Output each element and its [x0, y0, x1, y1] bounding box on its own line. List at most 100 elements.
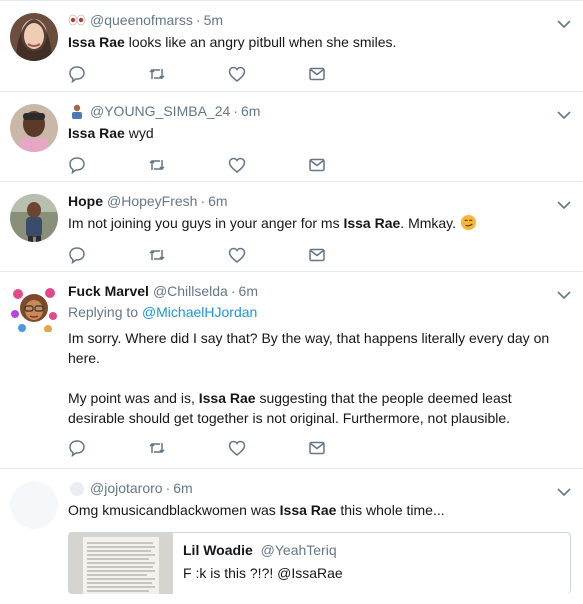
tweet-actions: [68, 147, 571, 183]
tweet[interactable]: @YOUNG_SIMBA_24 · 6m Issa Rae wyd: [0, 92, 583, 182]
message-button[interactable]: [308, 436, 388, 460]
avatar[interactable]: [10, 194, 58, 242]
tweet-feed: @queenofmarss · 5m Issa Rae looks like a…: [0, 0, 583, 604]
highlight-text: Issa Rae: [198, 390, 256, 406]
tweet-timestamp[interactable]: 6m: [208, 192, 227, 210]
tweet-timestamp[interactable]: 6m: [241, 102, 260, 120]
message-button[interactable]: [308, 62, 388, 86]
person-emoji-icon: [68, 104, 86, 119]
tweet[interactable]: Hope @HopeyFresh · 6m Im not joining you…: [0, 182, 583, 272]
chevron-down-icon[interactable]: [555, 106, 573, 124]
tweet-timestamp[interactable]: 5m: [204, 11, 223, 29]
reply-button[interactable]: [68, 436, 148, 460]
like-icon: [228, 440, 246, 456]
message-button[interactable]: [308, 243, 388, 267]
smirk-emoji-icon: [460, 214, 476, 231]
highlight-text: Issa Rae: [68, 125, 125, 141]
reply-icon: [69, 66, 85, 83]
tweet-timestamp[interactable]: 6m: [173, 479, 192, 497]
tweet-header: @YOUNG_SIMBA_24 · 6m: [68, 102, 571, 120]
message-icon: [309, 441, 325, 455]
like-icon: [228, 66, 246, 82]
reply-button[interactable]: [68, 153, 148, 177]
tweet-timestamp[interactable]: 6m: [239, 282, 258, 300]
separator-dot: ·: [233, 103, 238, 119]
highlight-text: Issa Rae: [279, 502, 337, 518]
like-button[interactable]: [228, 153, 308, 177]
avatar[interactable]: [10, 481, 58, 529]
tweet[interactable]: @jojotaroro · 6m Omg kmusicandblackwomen…: [0, 469, 583, 604]
quoted-tweet[interactable]: Lil Woadie @YeahTeriq F :k is this ?!?! …: [68, 532, 571, 594]
tweet-text: Im sorry. Where did I say that? By the w…: [68, 328, 571, 428]
message-button[interactable]: [308, 153, 388, 177]
replying-label: Replying to: [68, 304, 142, 320]
like-button[interactable]: [228, 243, 308, 267]
tweet-header: @jojotaroro · 6m: [68, 479, 571, 497]
highlight-text: Issa Rae: [343, 215, 401, 231]
like-icon: [228, 157, 246, 173]
reply-icon: [69, 440, 85, 457]
reply-icon: [69, 247, 85, 264]
quoted-tweet-text: F :k is this ?!?! @IssaRae: [183, 565, 343, 581]
quoted-tweet-image[interactable]: [69, 533, 173, 594]
tweet-body-end: this whole time...: [336, 502, 445, 518]
tweet[interactable]: Fuck Marvel @Chillselda · 6m Replying to…: [0, 272, 583, 469]
tweet-header: @queenofmarss · 5m: [68, 11, 571, 29]
display-name[interactable]: Fuck Marvel: [68, 282, 149, 300]
highlight-text: Issa Rae: [68, 34, 125, 50]
tweet-actions: [68, 237, 571, 273]
reply-button[interactable]: [68, 62, 148, 86]
avatar[interactable]: [10, 104, 58, 152]
retweet-icon: [149, 442, 165, 454]
tweet-body: wyd: [124, 125, 154, 141]
quoted-tweet-body: Lil Woadie @YeahTeriq F :k is this ?!?! …: [173, 533, 353, 594]
avatar[interactable]: [10, 13, 58, 61]
retweet-button[interactable]: [148, 62, 228, 86]
retweet-icon: [149, 68, 165, 80]
tweet-actions: [68, 430, 571, 466]
like-icon: [228, 247, 246, 263]
tweet-actions: [68, 56, 571, 92]
eyes-emoji-icon: [68, 13, 86, 27]
display-name[interactable]: Hope: [68, 192, 103, 210]
quoted-handle[interactable]: @YeahTeriq: [261, 542, 337, 558]
tweet-handle[interactable]: @Chillselda: [153, 282, 228, 300]
retweet-button[interactable]: [148, 153, 228, 177]
tweet-body: looks like an angry pitbull when she smi…: [124, 34, 397, 50]
tweet-handle[interactable]: @jojotaroro: [90, 479, 163, 497]
tweet-text: Issa Rae looks like an angry pitbull whe…: [68, 32, 571, 52]
tweet-handle[interactable]: @YOUNG_SIMBA_24: [90, 102, 230, 120]
tweet-paragraph: My point was and is, Issa Rae suggesting…: [68, 388, 571, 428]
like-button[interactable]: [228, 62, 308, 86]
message-icon: [309, 67, 325, 81]
tweet-text: Im not joining you guys in your anger fo…: [68, 213, 571, 233]
reply-button[interactable]: [68, 243, 148, 267]
tweet-handle[interactable]: @HopeyFresh: [107, 192, 197, 210]
avatar[interactable]: [10, 284, 58, 333]
chevron-down-icon[interactable]: [555, 483, 573, 501]
chevron-down-icon[interactable]: [555, 286, 573, 304]
like-button[interactable]: [228, 436, 308, 460]
tweet-body-end: . Mmkay.: [400, 215, 457, 231]
separator-dot: ·: [200, 193, 206, 209]
tweet-body: My point was and is,: [68, 390, 199, 406]
tweet-handle[interactable]: @queenofmarss: [90, 11, 193, 29]
retweet-icon: [149, 159, 165, 171]
separator-dot: ·: [165, 480, 171, 496]
message-icon: [309, 248, 325, 262]
chevron-down-icon[interactable]: [555, 196, 573, 214]
quoted-tweet-header: Lil Woadie @YeahTeriq: [183, 541, 343, 559]
tweet-header: Fuck Marvel @Chillselda · 6m: [68, 282, 571, 300]
tweet-text: Omg kmusicandblackwomen was Issa Rae thi…: [68, 500, 571, 520]
quoted-display-name[interactable]: Lil Woadie: [183, 542, 253, 558]
retweet-icon: [149, 249, 165, 261]
tweet-paragraph: Im sorry. Where did I say that? By the w…: [68, 330, 550, 366]
retweet-button[interactable]: [148, 243, 228, 267]
reply-mention-link[interactable]: @MichaelHJordan: [142, 304, 257, 320]
replying-to: Replying to @MichaelHJordan: [68, 302, 571, 322]
retweet-button[interactable]: [148, 436, 228, 460]
message-icon: [309, 158, 325, 172]
tweet-header: Hope @HopeyFresh · 6m: [68, 192, 571, 210]
tweet[interactable]: @queenofmarss · 5m Issa Rae looks like a…: [0, 1, 583, 92]
chevron-down-icon[interactable]: [555, 15, 573, 33]
